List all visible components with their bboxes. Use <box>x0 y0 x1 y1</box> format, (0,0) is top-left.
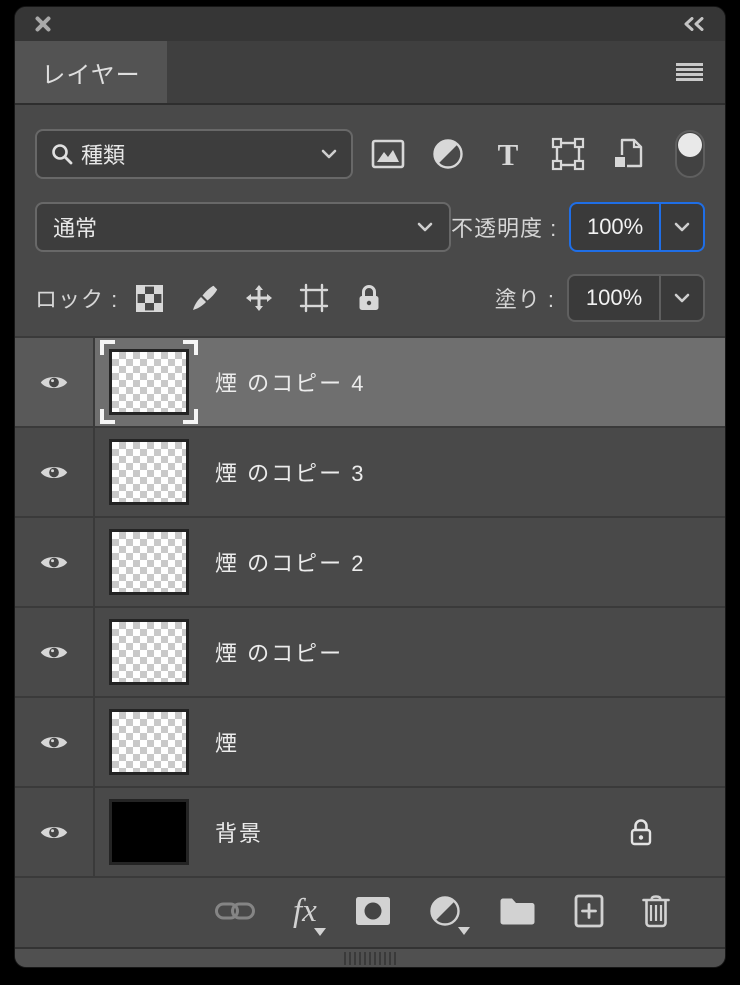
layer-row-content[interactable]: 煙 のコピー <box>95 608 725 696</box>
visibility-cell[interactable] <box>15 338 95 426</box>
fill-value[interactable]: 100% <box>569 276 659 320</box>
opacity-dropdown[interactable] <box>659 204 703 250</box>
lock-image-pixels-icon[interactable] <box>189 283 219 313</box>
blend-row: 通常 不透明度 : 100% <box>35 202 705 252</box>
lock-position-icon[interactable] <box>244 283 274 313</box>
visibility-cell[interactable] <box>15 608 95 696</box>
add-layer-mask-icon[interactable] <box>355 896 391 926</box>
layer-controls: 種類 T 通常 不透明度: 100% ロック: 塗り: 100% <box>15 105 725 336</box>
visibility-cell[interactable] <box>15 428 95 516</box>
chevron-down-icon <box>417 222 433 232</box>
visibility-cell[interactable] <box>15 518 95 606</box>
panel-tabbar: レイヤー <box>15 41 725 105</box>
lock-label: ロック : <box>35 287 119 312</box>
layer-list: 煙 のコピー 4 煙 のコピー 3 煙 のコピー 2 煙 のコピー 煙 背景 <box>15 336 725 878</box>
new-adjustment-layer-icon[interactable] <box>429 895 470 935</box>
lock-icons <box>134 283 384 313</box>
link-layers-icon[interactable] <box>215 900 255 922</box>
eye-icon[interactable] <box>39 823 69 842</box>
layer-row-smoke-copy-3[interactable]: 煙 のコピー 3 <box>15 428 725 518</box>
resize-grip-icon[interactable] <box>344 951 396 965</box>
layer-row-smoke[interactable]: 煙 <box>15 698 725 788</box>
layer-lock-icon <box>630 818 652 845</box>
opacity-label: 不透明度 : <box>450 216 558 241</box>
type-layer-filter-icon[interactable]: T <box>491 137 525 171</box>
eye-icon[interactable] <box>39 733 69 752</box>
lock-artboard-icon[interactable] <box>299 283 329 313</box>
layer-row-content[interactable]: 煙 のコピー 2 <box>95 518 725 606</box>
lock-all-icon[interactable] <box>354 283 384 313</box>
panel-titlebar <box>15 7 725 41</box>
layer-effects-icon[interactable]: fx <box>293 894 326 936</box>
eye-icon[interactable] <box>39 373 69 392</box>
eye-icon[interactable] <box>39 643 69 662</box>
layer-thumbnail[interactable] <box>109 709 189 775</box>
filter-toggle-knob <box>678 133 702 157</box>
fill-dropdown[interactable] <box>659 276 703 320</box>
layer-row-content[interactable]: 背景 <box>95 788 725 876</box>
filter-toggle[interactable] <box>675 130 705 178</box>
layer-thumbnail[interactable] <box>109 619 189 685</box>
blend-mode-value: 通常 <box>53 216 98 241</box>
eye-icon[interactable] <box>39 553 69 572</box>
layer-row-background[interactable]: 背景 <box>15 788 725 878</box>
blend-mode-select[interactable]: 通常 <box>35 202 451 252</box>
visibility-cell[interactable] <box>15 698 95 786</box>
layer-thumbnail[interactable] <box>109 439 189 505</box>
pixel-layer-filter-icon[interactable] <box>371 137 405 171</box>
opacity-value[interactable]: 100% <box>571 204 659 250</box>
filter-type-select[interactable]: 種類 <box>35 129 353 179</box>
opacity-field[interactable]: 100% <box>569 202 705 252</box>
delete-layer-icon[interactable] <box>642 894 670 928</box>
layer-name[interactable]: 煙 のコピー 2 <box>215 546 365 578</box>
new-layer-icon[interactable] <box>574 894 604 928</box>
smart-object-filter-icon[interactable] <box>611 137 645 171</box>
layers-toolbar: fx <box>15 878 725 944</box>
dropdown-triangle-icon <box>457 927 470 935</box>
collapse-to-icons-icon[interactable] <box>683 17 705 31</box>
new-group-icon[interactable] <box>499 897 536 926</box>
filter-icons: T <box>371 130 705 178</box>
fill-label: 塗り : <box>494 287 555 312</box>
screenshot-stage: レイヤー 種類 T 通常 不透明度: 100% ロック: 塗り: 100%… <box>0 0 740 985</box>
tab-layers[interactable]: レイヤー <box>15 41 167 103</box>
layer-thumbnail[interactable] <box>109 799 189 865</box>
lock-row: ロック : 塗り: 100% <box>35 274 705 322</box>
filter-type-label: 種類 <box>81 143 126 168</box>
chevron-down-icon <box>674 293 690 303</box>
close-icon[interactable] <box>35 16 51 32</box>
layer-row-smoke-copy[interactable]: 煙 のコピー <box>15 608 725 698</box>
layer-name[interactable]: 煙 <box>215 726 239 758</box>
layers-panel: レイヤー 種類 T 通常 不透明度: 100% ロック: 塗り: 100%… <box>14 6 726 968</box>
layer-name[interactable]: 煙 のコピー <box>215 636 343 668</box>
search-icon <box>52 144 73 165</box>
eye-icon[interactable] <box>39 463 69 482</box>
filter-row: 種類 T <box>35 129 705 179</box>
layer-name[interactable]: 背景 <box>215 816 263 848</box>
chevron-down-icon <box>674 222 690 232</box>
adjustment-layer-filter-icon[interactable] <box>431 137 465 171</box>
tab-layers-label: レイヤー <box>41 61 141 89</box>
layer-row-content[interactable]: 煙 のコピー 3 <box>95 428 725 516</box>
layer-row-smoke-copy-4[interactable]: 煙 のコピー 4 <box>15 338 725 428</box>
layer-row-smoke-copy-2[interactable]: 煙 のコピー 2 <box>15 518 725 608</box>
dropdown-triangle-icon <box>313 927 326 936</box>
panel-resize-strip[interactable] <box>15 947 725 967</box>
shape-layer-filter-icon[interactable] <box>551 137 585 171</box>
chevron-down-icon <box>321 149 337 159</box>
layer-thumbnail[interactable] <box>100 340 198 424</box>
layer-name[interactable]: 煙 のコピー 3 <box>215 456 365 488</box>
lock-transparent-pixels-icon[interactable] <box>134 283 164 313</box>
visibility-cell[interactable] <box>15 788 95 876</box>
layer-thumbnail[interactable] <box>109 529 189 595</box>
layer-row-content[interactable]: 煙 <box>95 698 725 786</box>
layer-name[interactable]: 煙 のコピー 4 <box>215 366 365 398</box>
layer-row-content[interactable]: 煙 のコピー 4 <box>95 338 725 426</box>
fill-field[interactable]: 100% <box>567 274 705 322</box>
panel-menu-icon[interactable] <box>676 63 703 81</box>
